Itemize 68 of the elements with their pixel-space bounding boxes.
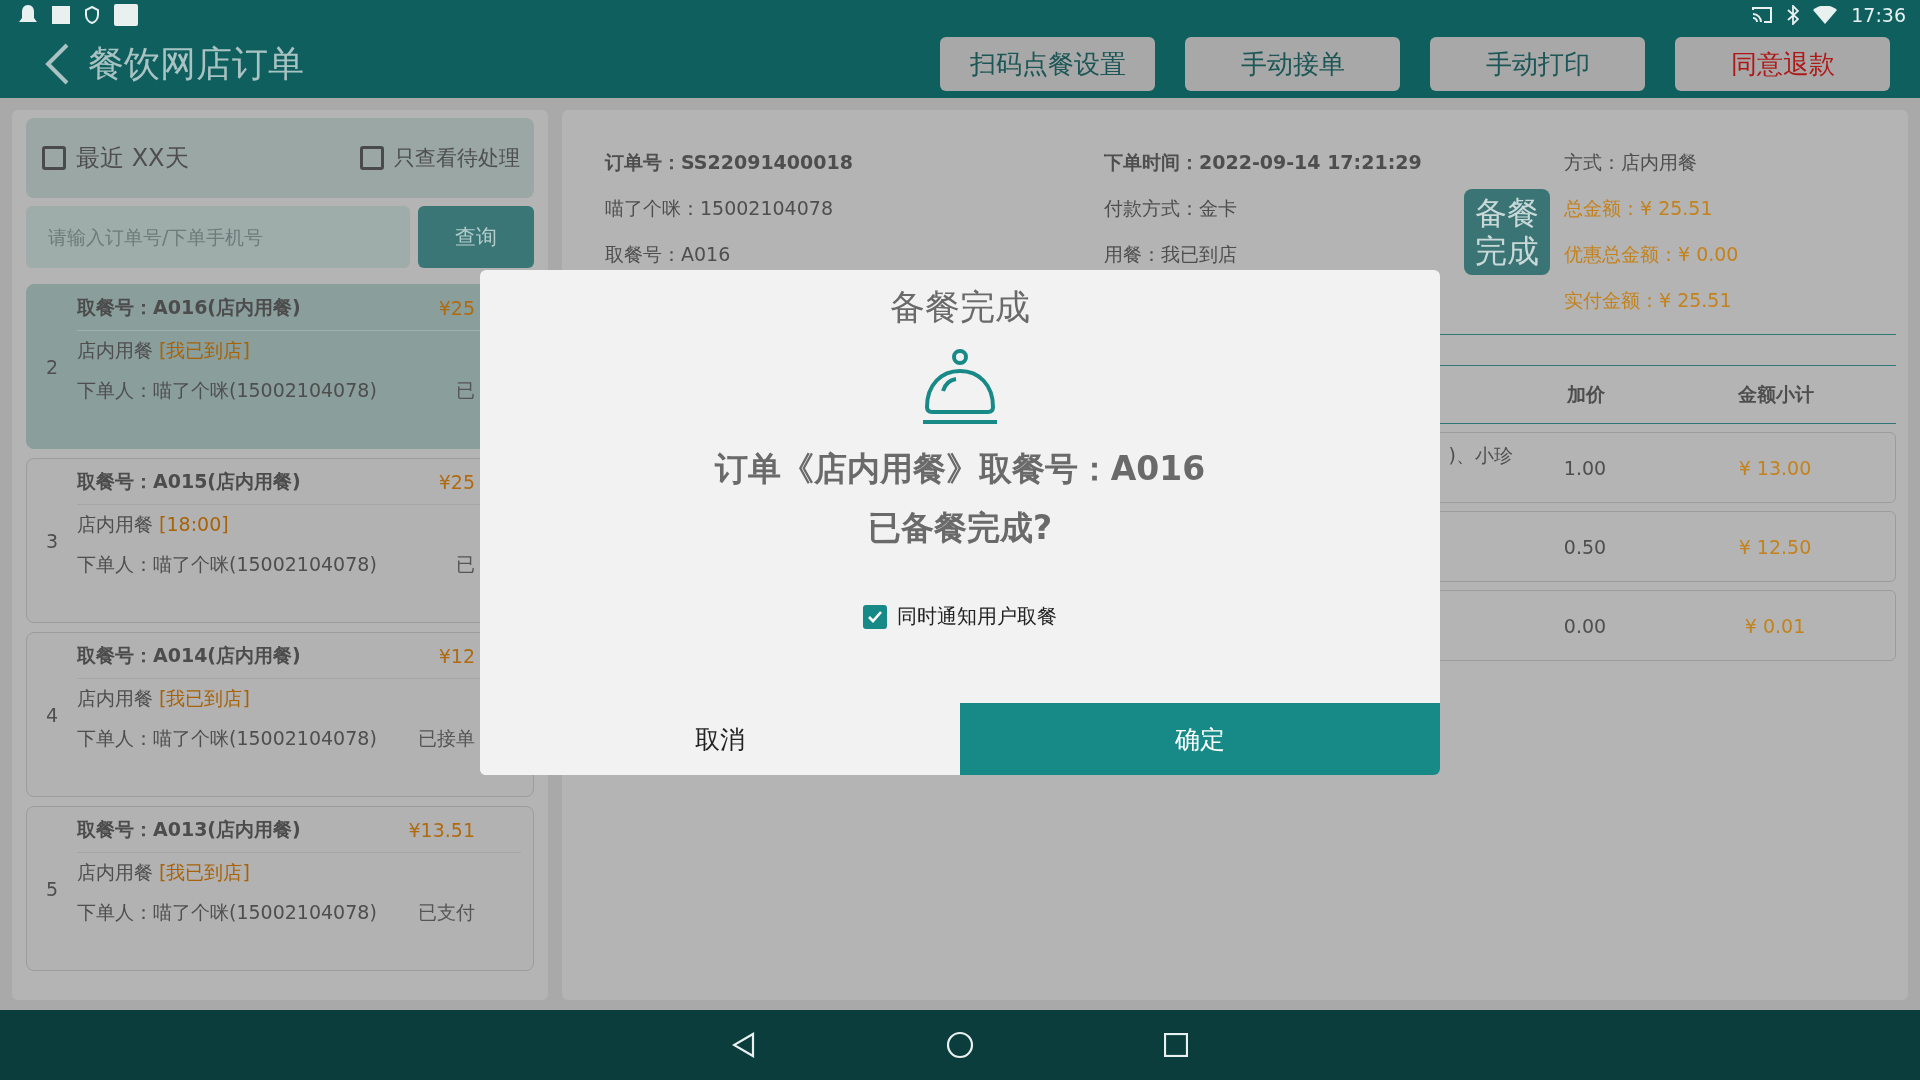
shield-icon	[84, 6, 100, 24]
dialog-title: 备餐完成	[890, 286, 1030, 329]
order-customer: 下单人：喵了个咪(15002104078)	[77, 552, 377, 577]
order-customer: 下单人：喵了个咪(15002104078)	[77, 378, 377, 403]
dialog-message: 已备餐完成?	[867, 507, 1053, 549]
cloche-icon	[921, 349, 999, 425]
detail-field: 喵了个咪：15002104078	[605, 196, 1104, 222]
order-status: 已支付	[418, 900, 475, 925]
column-header: 金额小计	[1738, 381, 1814, 407]
order-status: 已接单	[418, 726, 475, 751]
table-cell: ¥ 0.01	[1744, 614, 1806, 637]
table-cell: ¥ 13.00	[1738, 456, 1812, 479]
summary-field: 优惠总金额：¥ 0.00	[1564, 242, 1896, 268]
status-time: 17:36	[1851, 4, 1906, 26]
detail-field: 取餐号：A016	[605, 242, 1104, 268]
order-card[interactable]: 5 取餐号：A013(店内用餐) ¥13.51 店内用餐 [我已到店] 下单人：喵了个咪(15002104078) 已支付	[26, 806, 534, 971]
order-price: ¥12	[438, 644, 475, 667]
order-type: 店内用餐 [18:00]	[77, 512, 229, 537]
table-cell: 0.00	[1563, 614, 1607, 637]
detail-field: 下单时间：2022-09-14 17:21:29	[1104, 150, 1464, 176]
order-price: ¥13.51	[408, 818, 475, 841]
cast-icon	[1751, 6, 1774, 24]
order-index: 2	[45, 355, 59, 378]
order-title: 取餐号：A014(店内用餐)	[77, 642, 301, 668]
header-button[interactable]: 手动打印	[1430, 37, 1645, 91]
order-title: 取餐号：A013(店内用餐)	[77, 816, 301, 842]
header-button[interactable]: 同意退款	[1675, 37, 1890, 91]
filter-checkbox[interactable]: 最近 XX天	[42, 142, 189, 174]
order-type: 店内用餐 [我已到店]	[77, 686, 250, 711]
detail-field: 订单号：SS22091400018	[605, 150, 1104, 176]
table-cell: 1.00	[1563, 456, 1607, 479]
order-customer: 下单人：喵了个咪(15002104078)	[77, 900, 377, 925]
dialog-button[interactable]: 确定	[960, 703, 1440, 775]
order-title: 取餐号：A015(店内用餐)	[77, 468, 301, 494]
page-title: 餐饮网店订单	[88, 41, 305, 86]
status-badge: 备餐完成	[1464, 189, 1550, 275]
order-type: 店内用餐 [我已到店]	[77, 338, 250, 363]
filter-checkbox[interactable]: 只查看待处理	[360, 144, 520, 172]
order-card[interactable]: 4 取餐号：A014(店内用餐) ¥12 店内用餐 [我已到店] 下单人：喵了个咪(15002104078) 已接单	[26, 632, 534, 797]
summary-field: 方式：店内用餐	[1564, 150, 1896, 176]
recents-icon[interactable]	[1164, 1033, 1188, 1057]
checkmark-icon	[867, 609, 883, 624]
order-price: ¥25	[438, 296, 475, 319]
table-cell: ¥ 12.50	[1738, 535, 1812, 558]
order-customer: 下单人：喵了个咪(15002104078)	[77, 726, 377, 751]
bluetooth-icon	[1787, 5, 1800, 25]
order-index: 5	[45, 877, 59, 900]
detail-field: 用餐：我已到店	[1104, 242, 1464, 268]
column-header: 加价	[1567, 381, 1605, 407]
order-status: 已	[456, 552, 475, 577]
order-index: 3	[45, 529, 59, 552]
order-index: 4	[45, 703, 59, 726]
wifi-icon	[1813, 6, 1838, 24]
header-button[interactable]: 手动接单	[1185, 37, 1400, 91]
summary-field: 实付金额：¥ 25.51	[1564, 288, 1896, 314]
order-type: 店内用餐 [我已到店]	[77, 860, 250, 885]
table-cell: 0.50	[1563, 535, 1607, 558]
search-button[interactable]: 查询	[418, 206, 534, 268]
table-cell-text: )、小珍	[1448, 443, 1514, 468]
home-icon[interactable]	[946, 1031, 974, 1059]
summary-field: 总金额：¥ 25.51	[1564, 196, 1896, 222]
order-title: 取餐号：A016(店内用餐)	[77, 294, 301, 320]
order-price: ¥25	[438, 470, 475, 493]
notify-checkbox[interactable]: 同时通知用户取餐	[863, 603, 1057, 630]
header-button[interactable]: 扫码点餐设置	[940, 37, 1155, 91]
order-status: 已	[456, 378, 475, 403]
dialog-message: 订单《店内用餐》取餐号：A016	[714, 448, 1206, 490]
detail-field: 付款方式：金卡	[1104, 196, 1464, 222]
